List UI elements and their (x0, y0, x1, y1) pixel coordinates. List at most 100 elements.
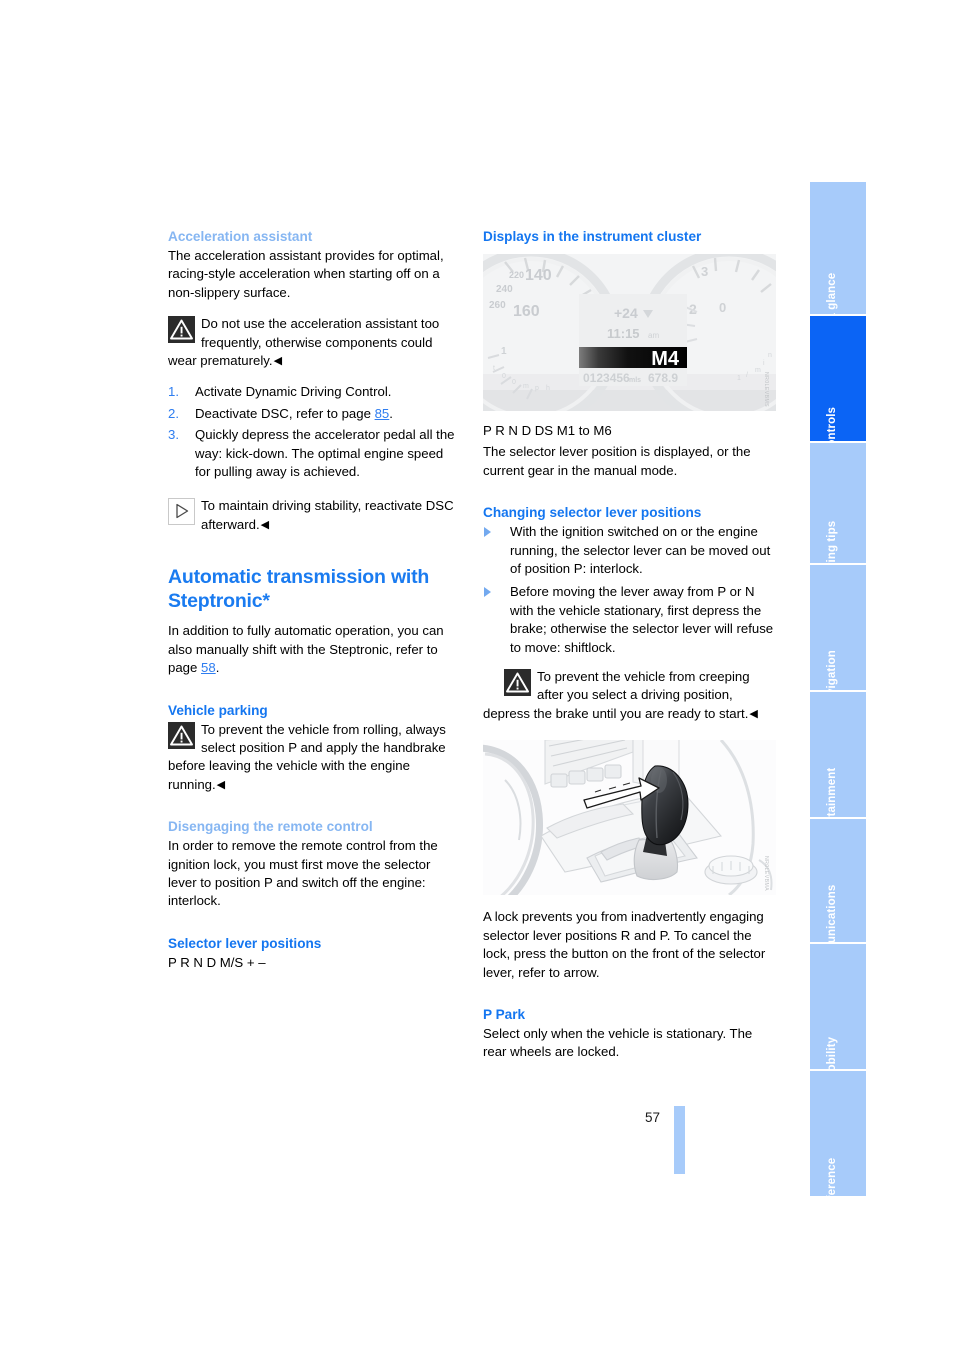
triangle-bullet-icon (484, 527, 491, 538)
svg-text:240: 240 (496, 284, 513, 295)
figure-credit: NR0LEVBMS (763, 371, 769, 407)
warning-text-vehicle-parking: To prevent the vehicle from rolling, alw… (168, 721, 446, 792)
end-mark: ◀ (260, 518, 270, 531)
svg-text:220: 220 (509, 270, 524, 280)
svg-text:678.9: 678.9 (648, 371, 678, 385)
paragraph-selector-lever-positions: P R N D M/S + – (168, 954, 266, 970)
bullet-text: With the ignition switched on or the eng… (510, 524, 771, 577)
tip-arrow-icon (168, 498, 195, 526)
end-mark: ◀ (216, 778, 226, 791)
heading-p-park: P Park (483, 1006, 526, 1022)
paragraph-positions-line: P R N D DS M1 to M6 (483, 423, 612, 438)
page-number-bar (674, 1106, 685, 1174)
svg-text:am: am (648, 331, 659, 340)
paragraph-disengaging-remote-control: In order to remove the remote control fr… (168, 838, 438, 909)
warning-note-creeping: To prevent the vehicle from creeping aft… (483, 668, 776, 723)
sidebar-item-communications[interactable]: Communications (810, 819, 866, 979)
step-number: 1. (168, 384, 179, 400)
step-text: Deactivate DSC, refer to page (195, 405, 375, 421)
svg-text:11:15: 11:15 (607, 326, 640, 341)
tip-text-dsc: To maintain driving stability, reactivat… (201, 498, 454, 532)
sidebar-item-driving-tips[interactable]: Driving tips (810, 443, 866, 585)
warning-note-vehicle-parking: To prevent the vehicle from rolling, alw… (168, 721, 461, 795)
svg-text:p: p (535, 385, 539, 392)
instrument-cluster-figure: 220 240 260 140 160 1 t 0 0 m p h 3 2 0 … (483, 254, 776, 411)
tip-note-dsc: To maintain driving stability, reactivat… (168, 497, 461, 534)
page-reference-link-85[interactable]: 85 (375, 406, 390, 421)
svg-text:M4: M4 (651, 348, 680, 370)
sidebar-item-label: Reference (826, 1157, 838, 1215)
heading-acceleration-assistant: Acceleration assistant (168, 229, 313, 244)
bullet-text: Before moving the lever away from P or N… (510, 584, 774, 655)
svg-text:t: t (493, 365, 495, 372)
left-text-column: Acceleration assistant The acceleration … (168, 228, 461, 972)
right-text-column: Displays in the instrument cluster 220 2… (483, 228, 776, 1062)
svg-text:0: 0 (502, 373, 506, 380)
heading-displays-instrument-cluster: Displays in the instrument cluster (483, 229, 702, 244)
selector-lever-figure: NR0LEVBMA (483, 740, 776, 896)
manual-page: Acceleration assistant The acceleration … (0, 0, 954, 1351)
paragraph-steptronic-intro: In addition to fully automatic operation… (168, 622, 461, 677)
paragraph-acceleration-intro: The acceleration assistant provides for … (168, 248, 444, 300)
step-number: 2. (168, 405, 179, 421)
step-text: Quickly depress the accelerator pedal al… (195, 427, 455, 480)
list-item: 3. Quickly depress the accelerator pedal… (168, 426, 461, 481)
sidebar-item-mobility[interactable]: Mobility (810, 944, 866, 1081)
svg-text:mls: mls (629, 377, 641, 384)
svg-text:m: m (523, 383, 529, 390)
svg-text:3: 3 (701, 264, 708, 279)
sidebar-item-controls[interactable]: Controls (810, 316, 866, 455)
steptronic-intro-after: . (215, 660, 220, 676)
list-item: With the ignition switched on or the eng… (483, 523, 776, 578)
page-number: 57 (645, 1110, 661, 1125)
warning-note-acceleration: Do not use the acceleration assistant to… (168, 315, 461, 370)
chapter-tabs-sidebar[interactable]: At a glance Controls Driving tips Naviga… (810, 182, 866, 1214)
heading-changing-selector-lever-positions: Changing selector lever positions (483, 505, 702, 521)
svg-text:/: / (746, 372, 748, 379)
figure-credit: NR0LEVBMA (763, 856, 769, 892)
heading-selector-lever-positions: Selector lever positions (168, 935, 322, 951)
paragraph-p-park: Select only when the vehicle is stationa… (483, 1025, 753, 1060)
warning-triangle-icon (168, 721, 195, 749)
svg-text:0: 0 (512, 379, 516, 386)
sidebar-item-navigation[interactable]: Navigation (810, 565, 866, 710)
svg-text:1: 1 (737, 375, 741, 382)
sidebar-item-at-a-glance[interactable]: At a glance (810, 182, 866, 335)
end-mark: ◀ (749, 707, 758, 720)
sidebar-item-entertainment[interactable]: Entertainment (810, 692, 866, 846)
list-item: Before moving the lever away from P or N… (483, 583, 776, 657)
svg-text:n: n (768, 352, 772, 359)
end-mark: ◀ (273, 355, 283, 368)
paragraph-displays-body: The selector lever position is displayed… (483, 444, 751, 478)
list-item: 2. Deactivate DSC, refer to page 85. (168, 405, 461, 423)
svg-text:0123456: 0123456 (583, 371, 630, 385)
svg-text:260: 260 (489, 300, 506, 311)
triangle-bullet-icon (484, 587, 491, 598)
heading-vehicle-parking: Vehicle parking (168, 702, 268, 718)
warning-text-acceleration: Do not use the acceleration assistant to… (168, 316, 440, 369)
sidebar-item-reference[interactable]: Reference (810, 1071, 866, 1214)
paragraph-lock-caption: A lock prevents you from inadvertently e… (483, 909, 766, 980)
svg-text:0: 0 (719, 300, 726, 315)
svg-text:160: 160 (513, 303, 540, 320)
svg-text:h: h (546, 385, 550, 392)
warning-triangle-icon (504, 669, 531, 697)
page-reference-link-58[interactable]: 58 (201, 660, 216, 675)
svg-text:+24: +24 (614, 305, 638, 321)
warning-triangle-icon (168, 316, 195, 344)
bullet-list-changing-positions: With the ignition switched on or the eng… (483, 523, 776, 657)
heading-disengaging-remote-control: Disengaging the remote control (168, 819, 373, 835)
numbered-steps-list: 1. Activate Dynamic Driving Control. 2. … (168, 383, 461, 481)
step-number: 3. (168, 427, 179, 443)
svg-text:1: 1 (501, 346, 507, 357)
